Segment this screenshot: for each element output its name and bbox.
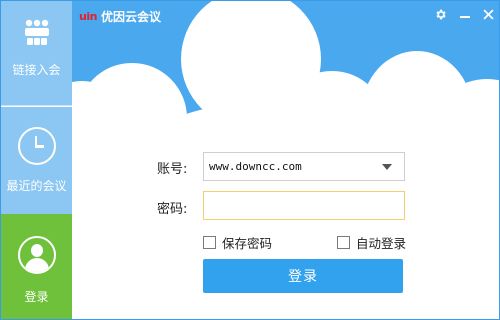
- minimize-icon[interactable]: [456, 5, 474, 23]
- gear-icon[interactable]: [431, 5, 449, 23]
- remember-password-checkbox[interactable]: [203, 236, 216, 249]
- sidebar-item-label: 链接入会: [12, 63, 61, 77]
- auto-login-checkbox[interactable]: [337, 236, 350, 249]
- app-window: uin 优因云会议 链接入会 最近的会议 登录 账号: www.downcc.c…: [0, 0, 500, 320]
- password-field[interactable]: [203, 191, 405, 220]
- title-bar: uin 优因云会议: [79, 8, 161, 25]
- account-value: www.downcc.com: [209, 160, 302, 173]
- sidebar-item-label: 最近的会议: [6, 179, 67, 193]
- sidebar-item-login[interactable]: 登录: [1, 214, 72, 319]
- account-combobox[interactable]: www.downcc.com: [203, 152, 405, 181]
- app-title: 优因云会议: [100, 10, 161, 24]
- sidebar: 链接入会 最近的会议 登录: [1, 1, 72, 319]
- account-label: 账号:: [157, 162, 188, 177]
- sidebar-item-label: 登录: [24, 290, 49, 304]
- clock-icon: [17, 127, 56, 165]
- close-icon[interactable]: [479, 5, 497, 23]
- sidebar-item-recent[interactable]: 最近的会议: [1, 107, 72, 214]
- login-button[interactable]: 登录: [203, 259, 403, 293]
- remember-password-label: 保存密码: [222, 236, 273, 251]
- app-logo: uin: [79, 10, 97, 23]
- sidebar-item-join[interactable]: 链接入会: [1, 1, 72, 106]
- auto-login-label: 自动登录: [356, 236, 407, 251]
- chevron-down-icon[interactable]: [382, 164, 392, 170]
- remember-password-option[interactable]: 保存密码: [203, 233, 272, 252]
- people-meeting-icon: [24, 19, 49, 45]
- auto-login-option[interactable]: 自动登录: [337, 233, 406, 252]
- password-label: 密码:: [157, 202, 188, 217]
- user-icon: [17, 236, 56, 274]
